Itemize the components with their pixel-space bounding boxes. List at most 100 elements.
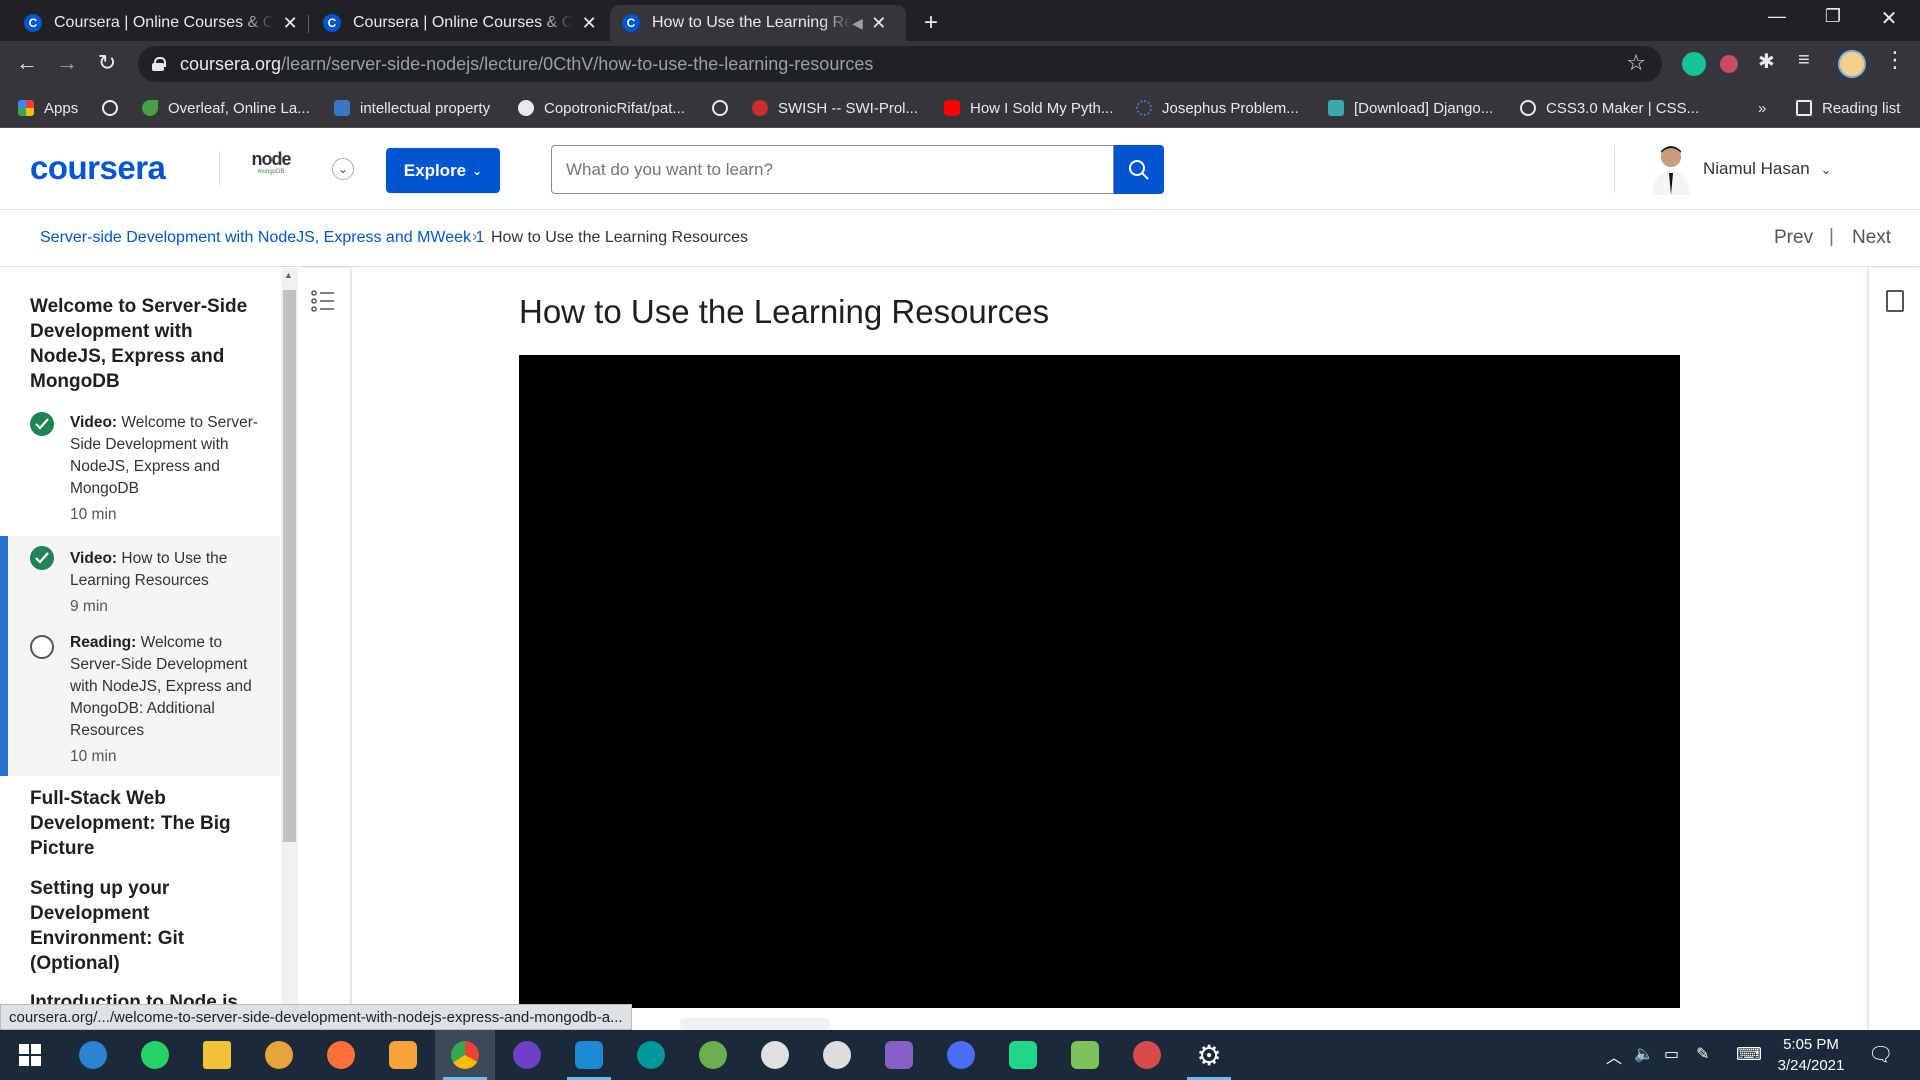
notifications-icon[interactable]: 🗨 [1868, 1042, 1893, 1067]
lock-icon[interactable] [152, 57, 166, 71]
module-title[interactable]: Welcome to Server-Side Development with … [30, 294, 250, 394]
list-icon[interactable] [311, 290, 335, 312]
system-clock[interactable]: 5:05 PM 3/24/2021 [1766, 1034, 1856, 1076]
search-icon [1129, 159, 1149, 180]
profile-avatar[interactable] [1838, 50, 1866, 78]
grammarly-extension-icon[interactable] [1682, 52, 1706, 76]
breadcrumb: Server-side Development with NodeJS, Exp… [0, 210, 1920, 267]
media-control-icon[interactable]: ≡ [1798, 49, 1822, 73]
inkscape-icon[interactable] [807, 1030, 867, 1080]
scroll-up-arrow-icon[interactable]: ▲ [284, 270, 293, 280]
browser-tab-strip: C Coursera | Online Courses & Credential… [0, 0, 1920, 41]
firefox-icon[interactable] [311, 1030, 371, 1080]
close-tab-icon[interactable]: ✕ [581, 13, 597, 34]
sidebar-scrollbar-thumb[interactable] [283, 290, 296, 842]
whatsapp-icon[interactable] [125, 1030, 185, 1080]
bookmark-josephus[interactable]: Josephus Problem... [1136, 88, 1299, 128]
extension-icon[interactable] [1720, 55, 1738, 73]
photo-app-icon[interactable] [373, 1030, 433, 1080]
coursera-favicon-icon: C [323, 14, 341, 32]
module-title[interactable]: Full-Stack Web Development: The Big Pict… [30, 786, 250, 861]
dotnet-app-icon[interactable] [745, 1030, 805, 1080]
new-tab-button[interactable]: + [924, 9, 938, 37]
reading-list-button[interactable]: Reading list [1796, 88, 1900, 128]
notes-rail [1868, 268, 1920, 1030]
messenger-icon[interactable] [931, 1030, 991, 1080]
video-player[interactable] [519, 355, 1680, 1008]
search-button[interactable] [1114, 145, 1164, 194]
volume-icon[interactable]: 🔈 [1634, 1044, 1654, 1064]
page-title: How to Use the Learning Resources [519, 293, 1050, 330]
close-tab-icon[interactable]: ✕ [282, 13, 298, 34]
next-button[interactable]: Next [1852, 227, 1891, 249]
audio-playing-icon[interactable]: ◀ [852, 15, 863, 32]
partner-logo[interactable]: node mongoDB [250, 149, 292, 187]
bookmarks-bar: Apps Overleaf, Online La... intellectual… [0, 88, 1920, 128]
bookmark-intellectual-property[interactable]: intellectual property [334, 88, 490, 128]
bookmark-apps[interactable]: Apps [18, 88, 78, 128]
file-explorer-icon[interactable] [187, 1030, 247, 1080]
geogebra-icon[interactable] [683, 1030, 743, 1080]
sidebar-item-reading[interactable]: Reading: Welcome to Server-Side Developm… [0, 624, 280, 776]
bookmark-youtube[interactable]: How I Sold My Pyth... [944, 88, 1113, 128]
arduino-icon[interactable] [621, 1030, 681, 1080]
user-avatar[interactable] [1648, 143, 1694, 195]
close-window-button[interactable]: ✕ [1866, 6, 1912, 31]
windows-start-icon[interactable] [0, 1030, 60, 1080]
keyboard-icon[interactable]: ⌨ [1736, 1044, 1762, 1065]
restore-window-button[interactable]: ❐ [1810, 6, 1856, 27]
notes-icon[interactable] [1886, 290, 1904, 312]
toggle-outline-column [298, 268, 351, 1030]
bookmark-github[interactable]: CopotronicRifat/pat... [518, 88, 685, 128]
privacy-app-icon[interactable] [249, 1030, 309, 1080]
coursera-favicon-icon: C [622, 14, 640, 32]
bookmark-css3-maker[interactable]: CSS3.0 Maker | CSS... [1520, 88, 1699, 128]
bookmarks-overflow-button[interactable]: » [1758, 88, 1766, 128]
chevron-down-icon[interactable]: ⌄ [332, 158, 354, 180]
check-circle-icon [30, 412, 54, 436]
module-title[interactable]: Setting up your Development Environment:… [30, 876, 250, 976]
bookmark-django[interactable]: [Download] Django... [1328, 88, 1493, 128]
browser-tab-active[interactable]: C How to Use the Learning Resources ◀ ✕ [610, 5, 906, 41]
browser-menu-icon[interactable]: ⋮ [1884, 47, 1908, 72]
game-app-icon[interactable] [1117, 1030, 1177, 1080]
address-bar[interactable]: coursera.org/learn/server-side-nodejs/le… [138, 46, 1662, 82]
forward-arrow-icon[interactable]: → [52, 50, 82, 76]
explore-button[interactable]: Explore ⌄ [386, 148, 500, 193]
bookmark-globe[interactable] [102, 88, 128, 128]
overleaf-icon [142, 100, 158, 116]
github-desktop-icon[interactable] [497, 1030, 557, 1080]
reload-icon[interactable]: ↻ [92, 50, 122, 76]
network-icon[interactable]: ▭ [1664, 1044, 1679, 1064]
pycharm-icon[interactable] [993, 1030, 1053, 1080]
user-menu[interactable]: Niamul Hasan ⌄ [1703, 159, 1831, 179]
chrome-icon[interactable] [435, 1030, 495, 1080]
browser-tab[interactable]: C Coursera | Online Courses & Credential… [311, 5, 607, 41]
vscode-icon[interactable] [559, 1030, 619, 1080]
browser-tab[interactable]: C Coursera | Online Courses & Credential… [12, 5, 309, 41]
breadcrumb-course-link[interactable]: Server-side Development with NodeJS, Exp… [40, 229, 484, 247]
sidebar-item-video-active[interactable]: Video: How to Use the Learning Resources… [0, 536, 280, 624]
bookmark-globe-2[interactable] [712, 88, 738, 128]
search-input[interactable]: What do you want to learn? [551, 145, 1114, 194]
puzzle-extensions-icon[interactable]: ✱ [1758, 49, 1782, 73]
status-bar-url: coursera.org/.../welcome-to-server-side-… [0, 1004, 632, 1030]
back-arrow-icon[interactable]: ← [12, 50, 42, 76]
bookmark-star-icon[interactable]: ☆ [1626, 50, 1646, 76]
prev-button[interactable]: Prev [1774, 227, 1813, 249]
coursera-logo[interactable]: coursera [30, 149, 166, 187]
visual-studio-icon[interactable] [869, 1030, 929, 1080]
minimize-window-button[interactable]: — [1754, 6, 1800, 27]
sidebar-item-video[interactable]: Video: Welcome to Server-Side Developmen… [0, 408, 280, 536]
settings-gear-icon[interactable]: ⚙ [1179, 1030, 1239, 1080]
youtube-icon [944, 100, 960, 116]
pen-icon[interactable]: ✎ [1696, 1044, 1709, 1064]
show-hidden-icons-chevron-icon[interactable]: ︿ [1606, 1044, 1622, 1068]
bookmark-swish[interactable]: SWISH -- SWI-Prol... [752, 88, 918, 128]
coursera-favicon-icon: C [24, 14, 42, 32]
bookmark-overleaf[interactable]: Overleaf, Online La... [142, 88, 310, 128]
notepad-app-icon[interactable] [1055, 1030, 1115, 1080]
browser-toolbar: ← → ↻ coursera.org/learn/server-side-nod… [0, 41, 1920, 88]
edge-icon[interactable] [63, 1030, 123, 1080]
close-tab-icon[interactable]: ✕ [871, 13, 887, 34]
